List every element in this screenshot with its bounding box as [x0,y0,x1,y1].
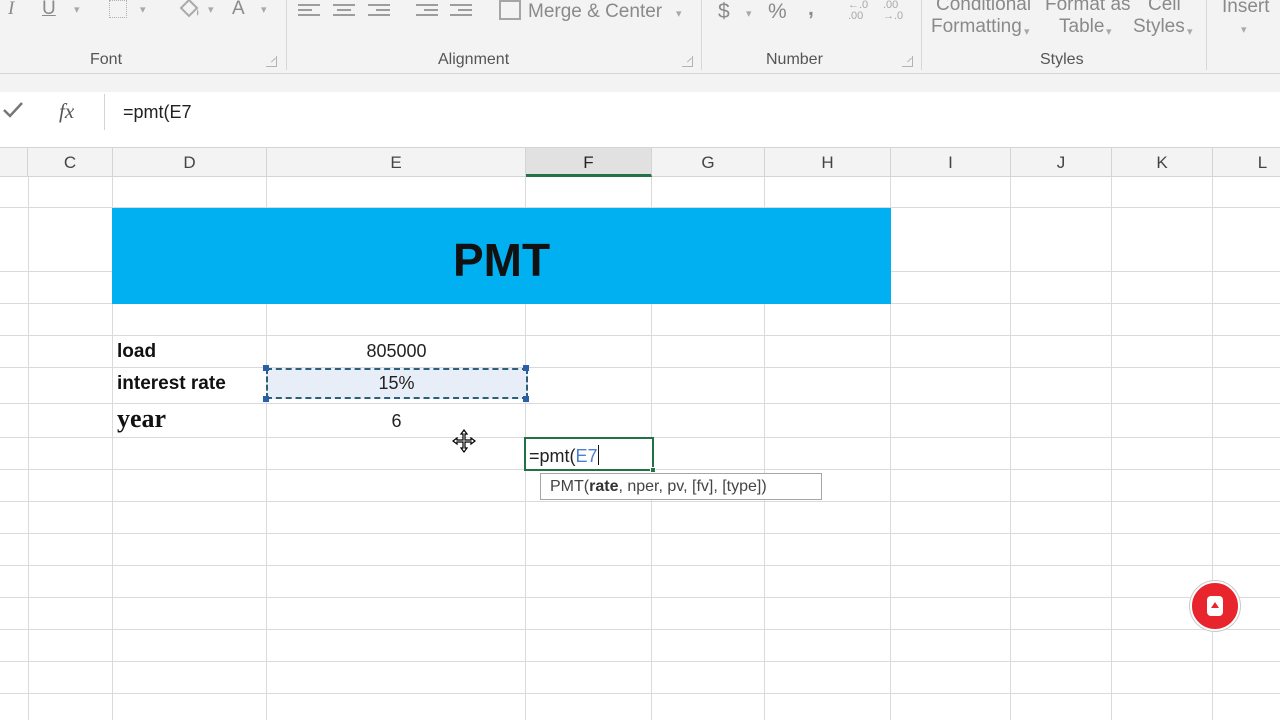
alignment-dialog-launcher-icon[interactable] [682,56,693,67]
currency-dropdown-icon[interactable]: ▾ [746,8,752,20]
number-group-label: Number [766,51,823,68]
insert-button[interactable]: Insert [1222,0,1270,18]
checkmark-icon[interactable] [2,101,24,124]
font-dialog-launcher-icon[interactable] [266,56,277,67]
styles-group-label: Styles [1040,51,1084,68]
ribbon: I U ▾ ▾ ▾ A ▾ Font Merge & Center ▾ Alig… [0,0,1280,74]
selection-handle[interactable] [523,396,529,402]
decrease-indent-icon[interactable] [416,4,438,20]
align-left-icon[interactable] [298,4,320,20]
align-right-icon[interactable] [368,4,390,20]
italic-button[interactable]: I [8,0,14,20]
format-table-line1: Format as [1045,0,1131,15]
format-as-table-button[interactable]: Format as Table ▾ [1045,0,1137,38]
column-header-E[interactable]: E [267,148,526,177]
function-tooltip[interactable]: PMT(rate, nper, pv, [fv], [type]) [540,473,822,500]
fx-icon[interactable]: fx [59,99,74,124]
group-separator [921,0,922,70]
cell-E-interest-value[interactable]: 15% [267,373,526,394]
column-header-G[interactable]: G [652,148,765,177]
increase-decimal-button[interactable]: ←.0 .00 [848,0,868,22]
conditional-formatting-button[interactable]: Conditional Formatting ▾ [931,0,1035,38]
merge-dropdown-icon[interactable]: ▾ [676,8,682,20]
cell-styles-dropdown-icon: ▾ [1187,26,1193,38]
alignment-group-label: Alignment [438,51,510,68]
underline-button[interactable]: U [42,0,56,20]
cell-styles-line1: Cell [1148,0,1181,15]
formula-content: =pmt(E7 [123,102,192,122]
conditional-line2: Formatting [931,16,1022,37]
formula-input[interactable] [104,94,1280,130]
merge-center-icon[interactable] [499,0,521,20]
pmt-title-banner[interactable]: PMT [112,208,891,304]
format-table-dropdown-icon: ▾ [1106,26,1112,38]
align-center-icon[interactable] [333,4,355,20]
active-cell-F[interactable]: =pmt(E7 [524,437,656,473]
cell-E-load-value[interactable]: 805000 [267,341,526,362]
formula-prefix: =pmt( [529,446,576,466]
conditional-line1: Conditional [936,0,1032,15]
merge-center-button[interactable]: Merge & Center [528,1,662,23]
cell-E-year-value[interactable]: 6 [267,411,526,432]
font-color-dropdown-icon[interactable]: ▾ [261,4,267,16]
column-header-K[interactable]: K [1112,148,1213,177]
formula-reference: E7 [575,446,598,466]
column-header-B[interactable] [0,148,28,177]
cell-styles-button[interactable]: Cell Styles ▾ [1133,0,1203,38]
selection-handle[interactable] [523,365,529,371]
column-header-J[interactable]: J [1011,148,1112,177]
column-header-D[interactable]: D [113,148,267,177]
percent-button[interactable]: % [768,1,787,23]
selection-handle[interactable] [263,396,269,402]
screen-recorder-icon[interactable] [1190,581,1240,631]
number-dialog-launcher-icon[interactable] [902,56,913,67]
selection-handle[interactable] [263,365,269,371]
group-separator [286,0,287,70]
borders-dropdown-icon[interactable]: ▾ [140,4,146,16]
group-separator [1206,0,1207,70]
group-separator [701,0,702,70]
formula-bar: fx =pmt(E7 [0,74,1280,147]
column-header-H[interactable]: H [765,148,891,177]
decrease-decimal-button[interactable]: .00 →.0 [883,0,903,22]
underline-dropdown-icon[interactable]: ▾ [74,4,80,16]
font-group-label: Font [90,51,123,68]
borders-icon[interactable] [109,0,127,18]
insert-dropdown-icon[interactable]: ▾ [1241,24,1247,36]
column-header-I[interactable]: I [891,148,1011,177]
conditional-dropdown-icon: ▾ [1024,26,1030,38]
cell-D-interest-label[interactable]: interest rate [117,373,226,395]
column-header-F[interactable]: F [526,148,652,177]
fill-color-icon[interactable] [176,0,202,25]
column-header-bar: C D E F G H I J K L [0,147,1280,177]
column-header-C[interactable]: C [28,148,113,177]
comma-style-button[interactable]: , [808,0,814,20]
font-color-button[interactable]: A [232,0,245,20]
column-header-L[interactable]: L [1213,148,1280,177]
active-cell-formula: =pmt(E7 [529,445,599,467]
currency-button[interactable]: $ [718,1,730,23]
tooltip-remaining-args: , nper, pv, [fv], [type]) [618,478,767,495]
tooltip-function-name[interactable]: PMT( [550,478,589,495]
text-caret [597,445,599,465]
fill-color-dropdown-icon[interactable]: ▾ [208,4,214,16]
cell-D-load-label[interactable]: load [117,341,156,363]
increase-indent-icon[interactable] [450,4,472,20]
tooltip-current-argument[interactable]: rate [589,478,618,495]
move-cursor-icon [452,429,476,453]
pmt-title: PMT [452,234,551,286]
cell-D-year-label[interactable]: year [117,404,166,434]
